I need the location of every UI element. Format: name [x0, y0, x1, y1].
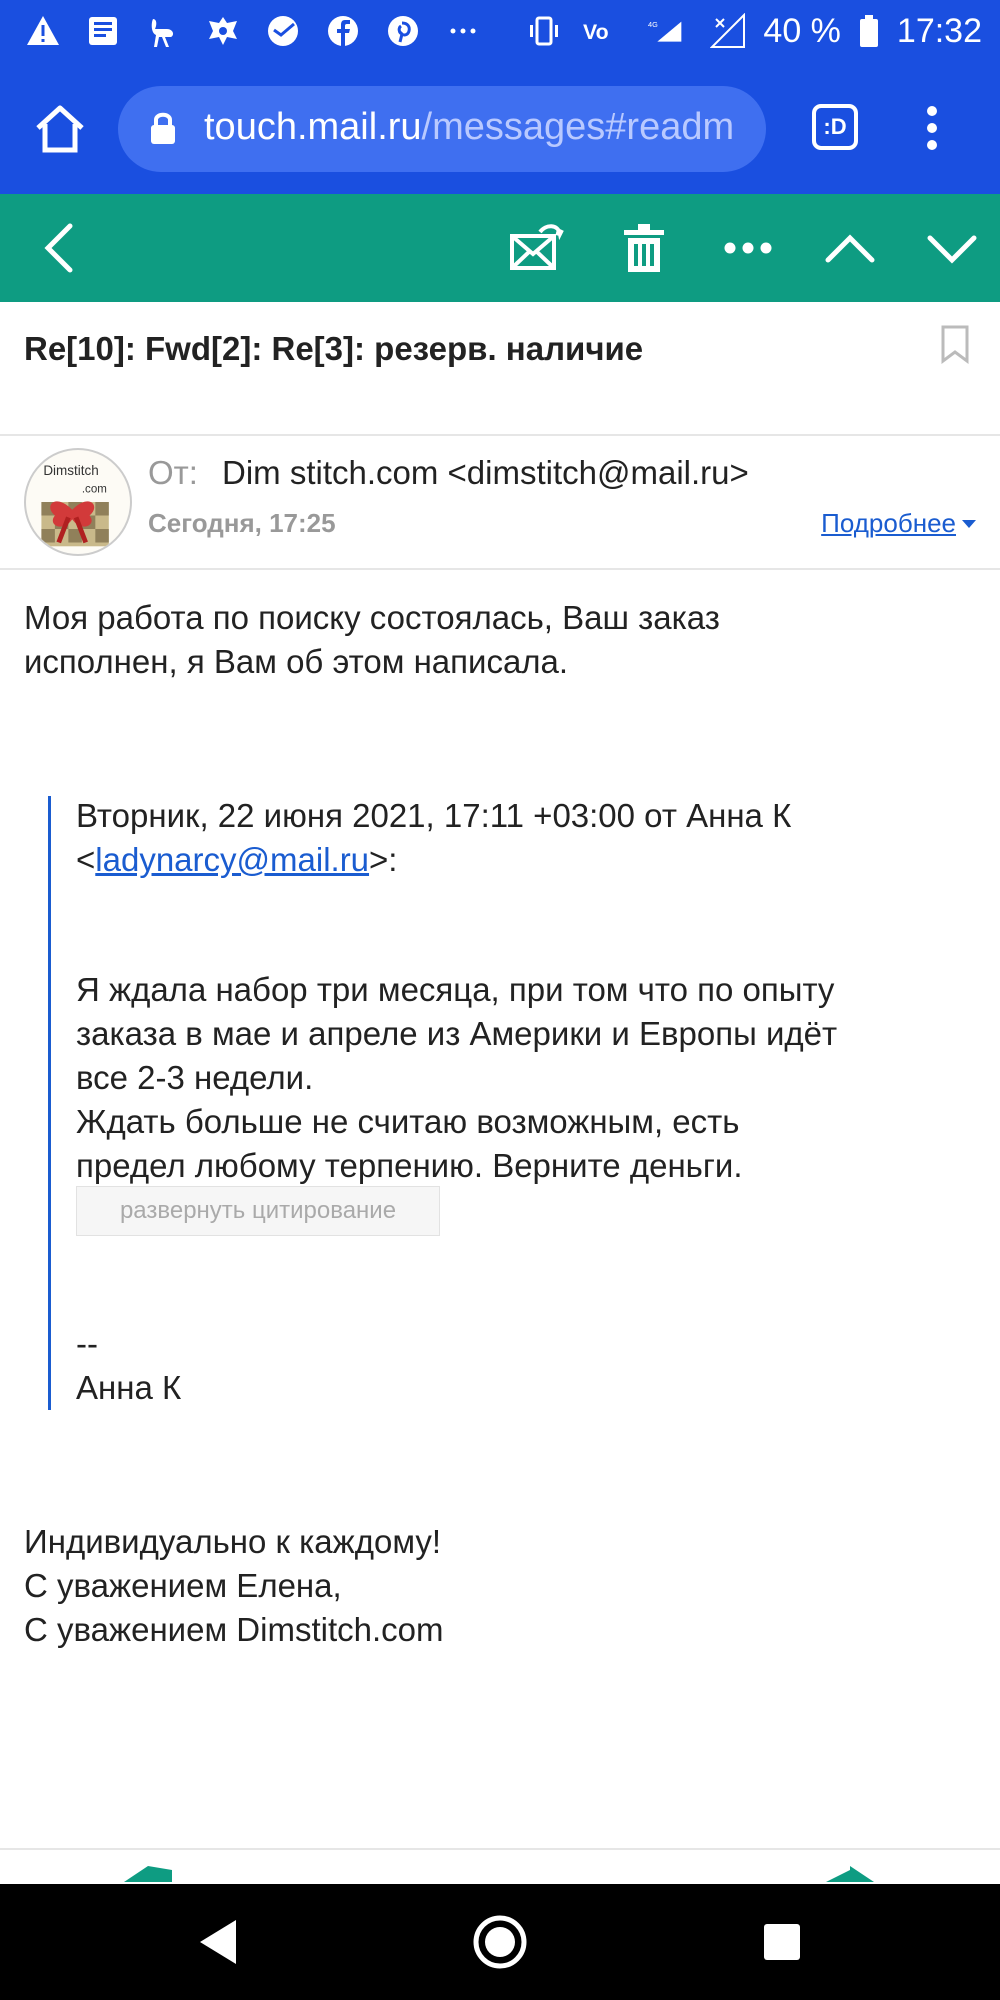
nav-home-button[interactable] [470, 1912, 530, 1972]
dot [927, 140, 937, 150]
svg-text:Vo: Vo [583, 20, 609, 44]
news-icon [84, 12, 122, 50]
browser-menu-button[interactable] [912, 100, 952, 156]
quote-lt: < [76, 841, 96, 878]
address-bar[interactable]: touch.mail.ru/messages#readm [118, 86, 766, 172]
back-button[interactable] [30, 218, 90, 278]
url-path: /messages#readm [421, 106, 735, 148]
caret-down-icon [962, 519, 976, 528]
details-link-label: Подробнее [821, 508, 956, 538]
vibrate-icon [525, 12, 563, 50]
trash-icon [624, 224, 664, 272]
signal-4g-icon: 4G [639, 12, 693, 50]
closing-line: Индивидуально к каждому! [24, 1523, 442, 1560]
closing-line: С уважением Елена, [24, 1567, 342, 1604]
more-actions-button[interactable] [718, 218, 778, 278]
network-label: 4G [648, 20, 658, 29]
lock-icon [148, 110, 178, 146]
sender-row: Dimstitch .com От: Dim stitch.com <dimst… [0, 436, 1000, 570]
battery-percent: 40 % [763, 11, 841, 50]
forward-icon [826, 1866, 874, 1882]
android-nav-bar [0, 1884, 1000, 2000]
facebook-icon [324, 12, 362, 50]
signature-dash: -- [76, 1325, 98, 1362]
signal-nodata-icon [709, 12, 747, 50]
volte-icon: Vo [579, 12, 623, 50]
reply-icon [124, 1866, 172, 1882]
nav-recents-button[interactable] [752, 1912, 812, 1972]
square-recents-icon [764, 1924, 800, 1960]
quote-line: предел любому терпению. Верните деньги. [76, 1147, 743, 1184]
pinterest-icon [384, 12, 422, 50]
battery-icon [857, 12, 881, 50]
more-horizontal-icon [724, 242, 772, 254]
status-bar: Vo 4G 40 % 17:32 [0, 0, 1000, 62]
closing-line: С уважением Dimstitch.com [24, 1611, 444, 1648]
emblem-icon [204, 12, 242, 50]
next-message-button[interactable] [922, 218, 982, 278]
tabs-label: :D [823, 114, 847, 139]
details-link[interactable]: Подробнее [821, 508, 976, 539]
quote-gt: >: [369, 841, 398, 878]
signature-name: Анна К [76, 1369, 182, 1406]
expand-quote-button[interactable]: развернуть цитирование [76, 1186, 440, 1236]
mark-unread-button[interactable] [506, 218, 566, 278]
subject-row: Re[10]: Fwd[2]: Re[3]: резерв. наличие [0, 302, 1000, 436]
chevron-down-icon [927, 235, 977, 264]
bottom-actions-partial [0, 1862, 1000, 1882]
quote-line: Ждать больше не считаю возможным, есть [76, 1103, 740, 1140]
ostrich-icon [144, 12, 182, 50]
from-label: От: [148, 454, 198, 491]
triangle-back-icon [200, 1920, 236, 1964]
quote-header: Вторник, 22 июня 2021, 17:11 +03:00 от А… [76, 797, 792, 834]
circle-home-icon [473, 1915, 527, 1969]
url-host: touch.mail.ru [204, 106, 422, 148]
more-notifications-icon [444, 12, 482, 50]
home-button[interactable] [30, 98, 90, 158]
avatar[interactable]: Dimstitch .com [24, 448, 132, 556]
warning-icon [24, 12, 62, 50]
nav-back-button[interactable] [190, 1912, 250, 1972]
dot [927, 106, 937, 116]
avatar-logo-text: Dimstitch [43, 463, 98, 478]
body-line: Моя работа по поиску состоялась, Ваш зак… [24, 599, 720, 636]
bottom-divider [0, 1848, 1000, 1850]
home-icon [36, 105, 84, 153]
bookmark-icon [941, 325, 969, 364]
quote-bar [48, 796, 51, 1410]
previous-message-button[interactable] [820, 218, 880, 278]
dot [927, 123, 937, 133]
quote-line: все 2-3 недели. [76, 1059, 314, 1096]
bookmark-button[interactable] [940, 324, 970, 364]
browser-bar: touch.mail.ru/messages#readm :D [0, 62, 1000, 194]
clock: 17:32 [896, 11, 982, 50]
chevron-left-icon [44, 223, 73, 273]
delete-button[interactable] [614, 218, 674, 278]
mail-toolbar [0, 194, 1000, 302]
body-line: исполнен, я Вам об этом написала. [24, 643, 569, 680]
svg-text:.com: .com [82, 483, 107, 495]
message-date: Сегодня, 17:25 [148, 508, 336, 538]
tabs-button[interactable]: :D [812, 104, 858, 150]
quote-email-link[interactable]: ladynarcy@mail.ru [95, 841, 369, 878]
quote-line: Я ждала набор три месяца, при том что по… [76, 971, 835, 1008]
message-subject: Re[10]: Fwd[2]: Re[3]: резерв. наличие [24, 330, 644, 367]
sberbank-icon [264, 12, 302, 50]
quote-header-email-line: <ladynarcy@mail.ru>: [76, 838, 397, 882]
chevron-up-icon [825, 234, 875, 263]
quote-line: заказа в мае и апреле из Америки и Европ… [76, 1015, 838, 1052]
envelope-reply-icon [510, 224, 564, 270]
sender-address[interactable]: Dim stitch.com <dimstitch@mail.ru> [222, 454, 749, 492]
url-text: touch.mail.ru/messages#readm [204, 106, 734, 149]
